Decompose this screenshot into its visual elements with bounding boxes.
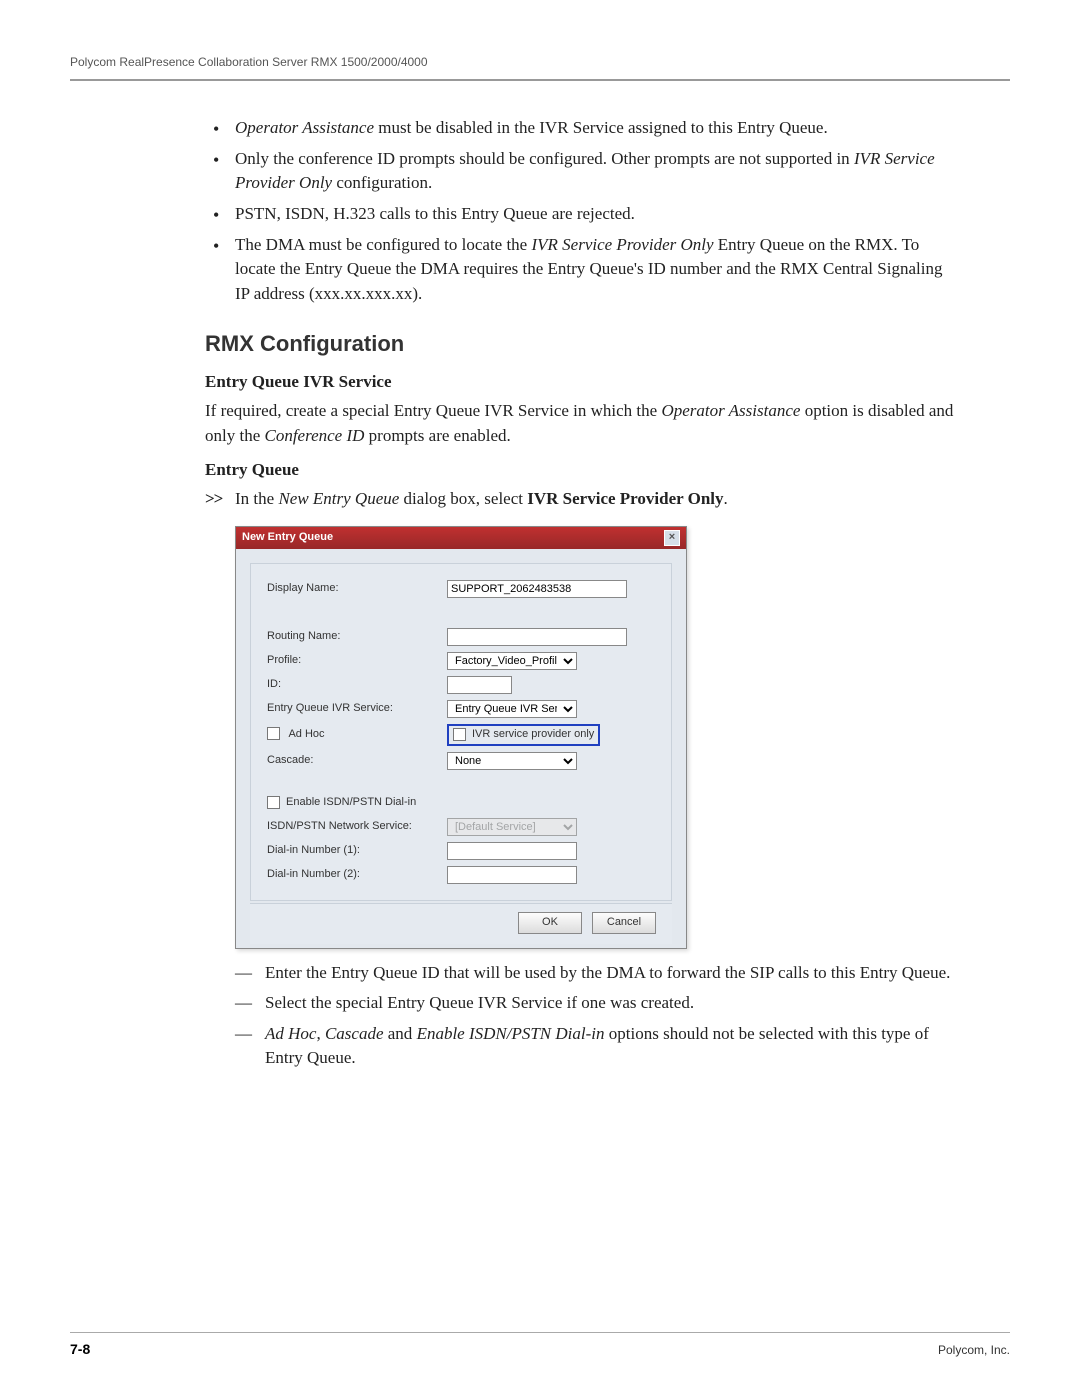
cancel-button[interactable]: Cancel <box>592 912 656 934</box>
display-name-field[interactable] <box>447 580 627 598</box>
ok-button[interactable]: OK <box>518 912 582 934</box>
dash-item: Ad Hoc, Cascade and Enable ISDN/PSTN Dia… <box>235 1022 960 1071</box>
bullet-item: PSTN, ISDN, H.323 calls to this Entry Qu… <box>205 202 960 227</box>
section-heading: RMX Configuration <box>205 328 960 360</box>
row-profile: Profile: Factory_Video_Profile <box>267 652 661 670</box>
subheading-ivr-service: Entry Queue IVR Service <box>205 370 960 395</box>
row-id: ID: <box>267 676 661 694</box>
row-display-name: Display Name: <box>267 580 661 598</box>
page-content: Operator Assistance must be disabled in … <box>205 116 960 1071</box>
bullet-item: Only the conference ID prompts should be… <box>205 147 960 196</box>
dialog-body: Display Name: Routing Name: Profile: Fac… <box>236 549 686 948</box>
document-page: Polycom RealPresence Collaboration Serve… <box>0 0 1080 1397</box>
id-field[interactable] <box>447 676 512 694</box>
eq-ivr-select[interactable]: Entry Queue IVR Service <box>447 700 577 718</box>
paragraph: If required, create a special Entry Queu… <box>205 399 960 448</box>
subheading-entry-queue: Entry Queue <box>205 458 960 483</box>
close-icon[interactable]: × <box>664 530 680 546</box>
label-display-name: Display Name: <box>267 581 447 597</box>
routing-name-field[interactable] <box>447 628 627 646</box>
profile-select[interactable]: Factory_Video_Profile <box>447 652 577 670</box>
ivr-provider-highlight: IVR service provider only <box>447 724 600 746</box>
label-adhoc: Ad Hoc <box>267 727 447 743</box>
isdn-service-select: [Default Service] <box>447 818 577 836</box>
label-enable-isdn: Enable ISDN/PSTN Dial-in <box>286 795 416 811</box>
step-instruction: In the New Entry Queue dialog box, selec… <box>205 487 960 512</box>
row-routing-name: Routing Name: <box>267 628 661 646</box>
dialin2-field[interactable] <box>447 866 577 884</box>
label-id: ID: <box>267 677 447 693</box>
footer-company: Polycom, Inc. <box>938 1343 1010 1357</box>
running-header: Polycom RealPresence Collaboration Serve… <box>70 55 1010 69</box>
dash-item: Select the special Entry Queue IVR Servi… <box>235 991 960 1016</box>
row-dialin2: Dial-in Number (2): <box>267 866 661 884</box>
header-divider <box>70 79 1010 81</box>
row-cascade: Cascade: None <box>267 752 661 770</box>
row-adhoc: Ad Hoc IVR service provider only <box>267 724 661 746</box>
enable-isdn-checkbox[interactable] <box>267 796 280 809</box>
bullet-item: The DMA must be configured to locate the… <box>205 233 960 307</box>
row-enable-isdn: Enable ISDN/PSTN Dial-in <box>267 794 661 812</box>
cascade-select[interactable]: None <box>447 752 577 770</box>
dash-item: Enter the Entry Queue ID that will be us… <box>235 961 960 986</box>
bullet-item: Operator Assistance must be disabled in … <box>205 116 960 141</box>
dialog-button-row: OK Cancel <box>250 903 672 944</box>
row-dialin1: Dial-in Number (1): <box>267 842 661 860</box>
bullet-list: Operator Assistance must be disabled in … <box>205 116 960 306</box>
dialog-titlebar: New Entry Queue × <box>236 527 686 549</box>
adhoc-checkbox[interactable] <box>267 727 280 740</box>
ivr-provider-checkbox[interactable] <box>453 728 466 741</box>
label-profile: Profile: <box>267 653 447 669</box>
row-eq-ivr: Entry Queue IVR Service: Entry Queue IVR… <box>267 700 661 718</box>
label-dialin1: Dial-in Number (1): <box>267 843 447 859</box>
dialog-form-panel: Display Name: Routing Name: Profile: Fac… <box>250 563 672 901</box>
label-eq-ivr: Entry Queue IVR Service: <box>267 701 447 717</box>
row-isdn-service: ISDN/PSTN Network Service: [Default Serv… <box>267 818 661 836</box>
page-footer: 7-8 Polycom, Inc. <box>70 1332 1010 1357</box>
dialog-title-text: New Entry Queue <box>242 530 333 546</box>
dash-list: Enter the Entry Queue ID that will be us… <box>235 961 960 1072</box>
label-routing-name: Routing Name: <box>267 629 447 645</box>
label-ivr-provider: IVR service provider only <box>472 727 594 743</box>
new-entry-queue-dialog: New Entry Queue × Display Name: Routing … <box>235 526 687 949</box>
label-cascade: Cascade: <box>267 753 447 769</box>
label-dialin2: Dial-in Number (2): <box>267 867 447 883</box>
label-isdn-service: ISDN/PSTN Network Service: <box>267 819 447 835</box>
page-number: 7-8 <box>70 1341 90 1357</box>
dialin1-field[interactable] <box>447 842 577 860</box>
